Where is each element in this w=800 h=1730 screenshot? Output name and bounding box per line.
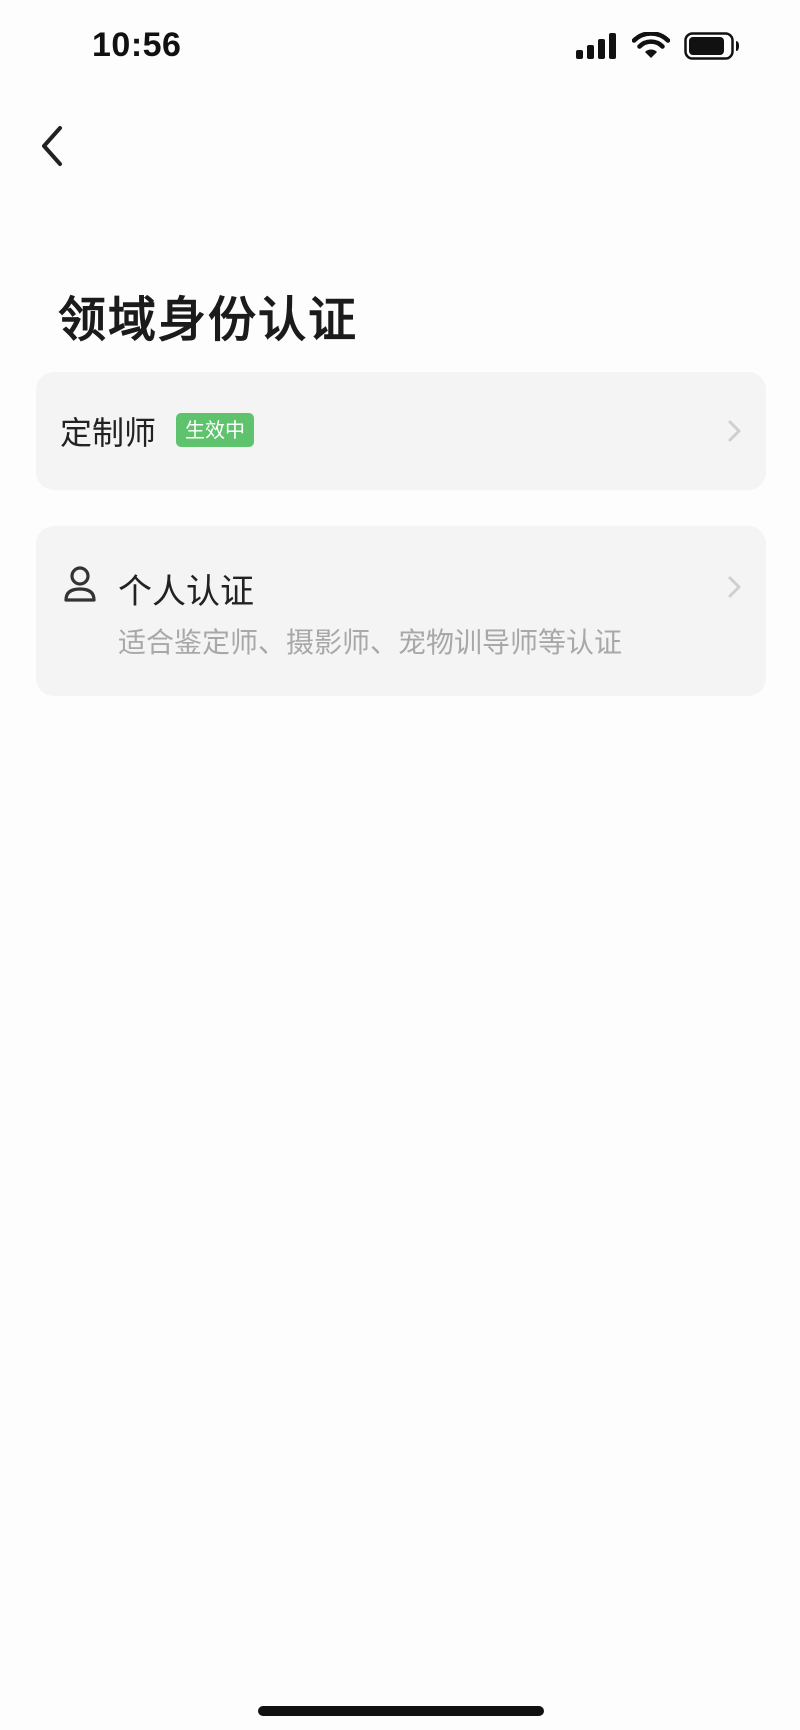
- chevron-left-icon: [42, 126, 62, 166]
- back-button[interactable]: [32, 118, 72, 174]
- card-label: 个人认证: [118, 572, 254, 612]
- status-badge: 生效中: [176, 413, 254, 447]
- page-title: 领域身份认证: [58, 292, 359, 348]
- battery-icon: [684, 32, 739, 60]
- person-icon: [64, 566, 96, 602]
- card-description: 适合鉴定师、摄影师、宠物训导师等认证: [118, 626, 623, 659]
- certification-card-personal[interactable]: 个人认证 适合鉴定师、摄影师、宠物训导师等认证: [36, 526, 766, 696]
- cellular-signal-icon: [576, 33, 616, 59]
- certification-card-customizer[interactable]: 定制师 生效中: [36, 372, 766, 490]
- status-time: 10:56: [92, 26, 182, 64]
- wifi-icon: [632, 32, 670, 58]
- home-indicator: [258, 1706, 544, 1716]
- chevron-right-icon: [728, 420, 741, 442]
- card-label: 定制师: [60, 414, 157, 452]
- status-bar: 10:56: [0, 0, 800, 96]
- status-icons: [576, 32, 740, 60]
- chevron-right-icon: [728, 576, 741, 598]
